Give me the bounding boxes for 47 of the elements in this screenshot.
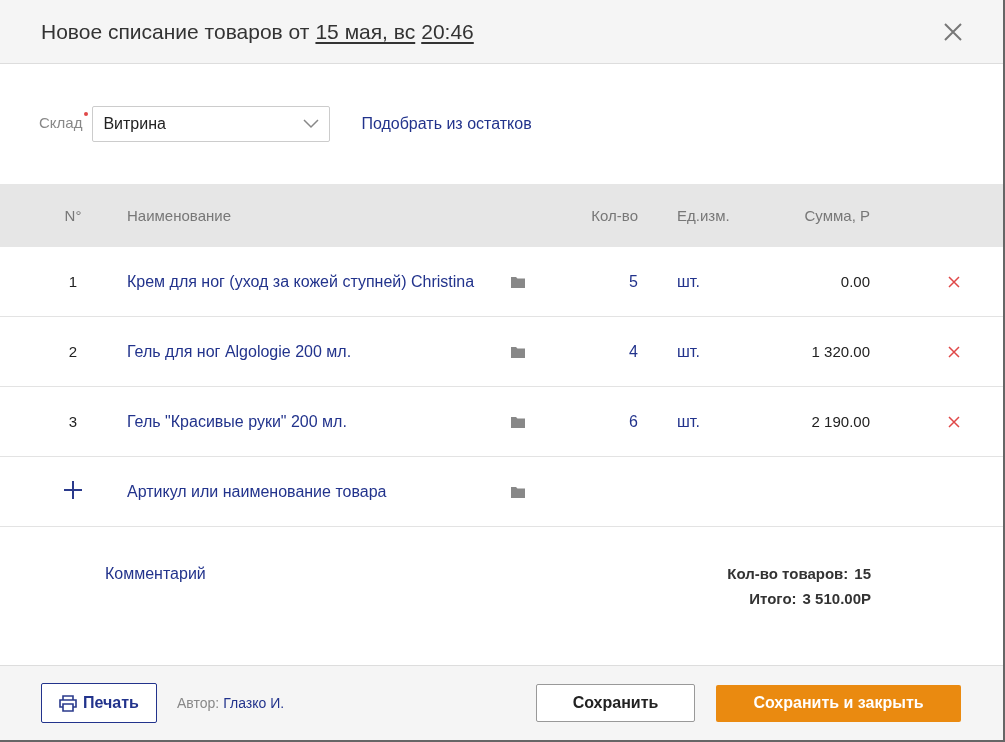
printer-icon — [59, 694, 78, 712]
total-value: 3 510.00Р — [802, 590, 871, 607]
sum-value: 2 190.00 — [811, 413, 870, 430]
print-button[interactable]: Печать — [41, 683, 157, 723]
folder-icon[interactable] — [511, 275, 525, 288]
total-label: Кол-во товаров: — [727, 565, 849, 582]
window-title: Новое списание товаров от — [41, 19, 310, 44]
folder-icon[interactable] — [511, 345, 525, 358]
column-header: Ед.изм. — [676, 207, 731, 224]
sum-value: 0.00 — [840, 273, 870, 290]
row-number: 1 — [68, 273, 78, 290]
chevron-down-icon — [303, 119, 320, 129]
sum-value: 1 320.00 — [811, 343, 870, 360]
warehouse-label: Склад — [39, 113, 83, 131]
folder-icon[interactable] — [511, 485, 525, 498]
time-link[interactable]: 20:46 — [421, 19, 474, 44]
column-header: N° — [64, 207, 82, 224]
column-header: Наименование — [126, 207, 232, 224]
author-link[interactable]: Глазко И. — [223, 695, 285, 711]
delete-icon[interactable] — [948, 415, 960, 428]
delete-icon[interactable] — [948, 275, 960, 288]
unit-value[interactable]: шт. — [638, 412, 760, 431]
product-search-field[interactable]: Артикул или наименование товара — [127, 482, 507, 501]
column-header: Сумма, Р — [804, 207, 870, 224]
quantity-value[interactable]: 5 — [629, 272, 638, 291]
unit-value[interactable]: шт. — [638, 272, 760, 291]
product-name-link[interactable]: Крем для ног (уход за кожей ступней) Christina — [106, 272, 507, 291]
comment-link[interactable]: Комментарий — [105, 565, 206, 665]
row-number: 2 — [68, 343, 78, 360]
quantity-value[interactable]: 4 — [629, 342, 638, 361]
plus-icon[interactable] — [64, 480, 82, 499]
date-link[interactable]: 15 мая, вс — [315, 19, 416, 44]
author-label: Автор: — [177, 695, 220, 711]
product-name-link[interactable]: Гель для ног Algologie 200 мл. — [106, 342, 507, 361]
column-header: Кол-во — [591, 207, 638, 224]
total-label: Итого: — [749, 590, 797, 607]
close-icon[interactable] — [943, 21, 963, 42]
folder-icon[interactable] — [511, 415, 525, 428]
product-name-link[interactable]: Гель "Красивые руки" 200 мл. — [106, 412, 507, 431]
quantity-value[interactable]: 6 — [629, 412, 638, 431]
total-value: 15 — [854, 565, 871, 582]
warehouse-select[interactable]: Витрина — [92, 106, 331, 142]
pick-from-stock-link[interactable]: Подобрать из остатков — [361, 115, 532, 133]
unit-value[interactable]: шт. — [638, 342, 760, 361]
save-button[interactable]: Сохранить — [536, 684, 695, 722]
row-number: 3 — [68, 413, 78, 430]
delete-icon[interactable] — [948, 345, 960, 358]
